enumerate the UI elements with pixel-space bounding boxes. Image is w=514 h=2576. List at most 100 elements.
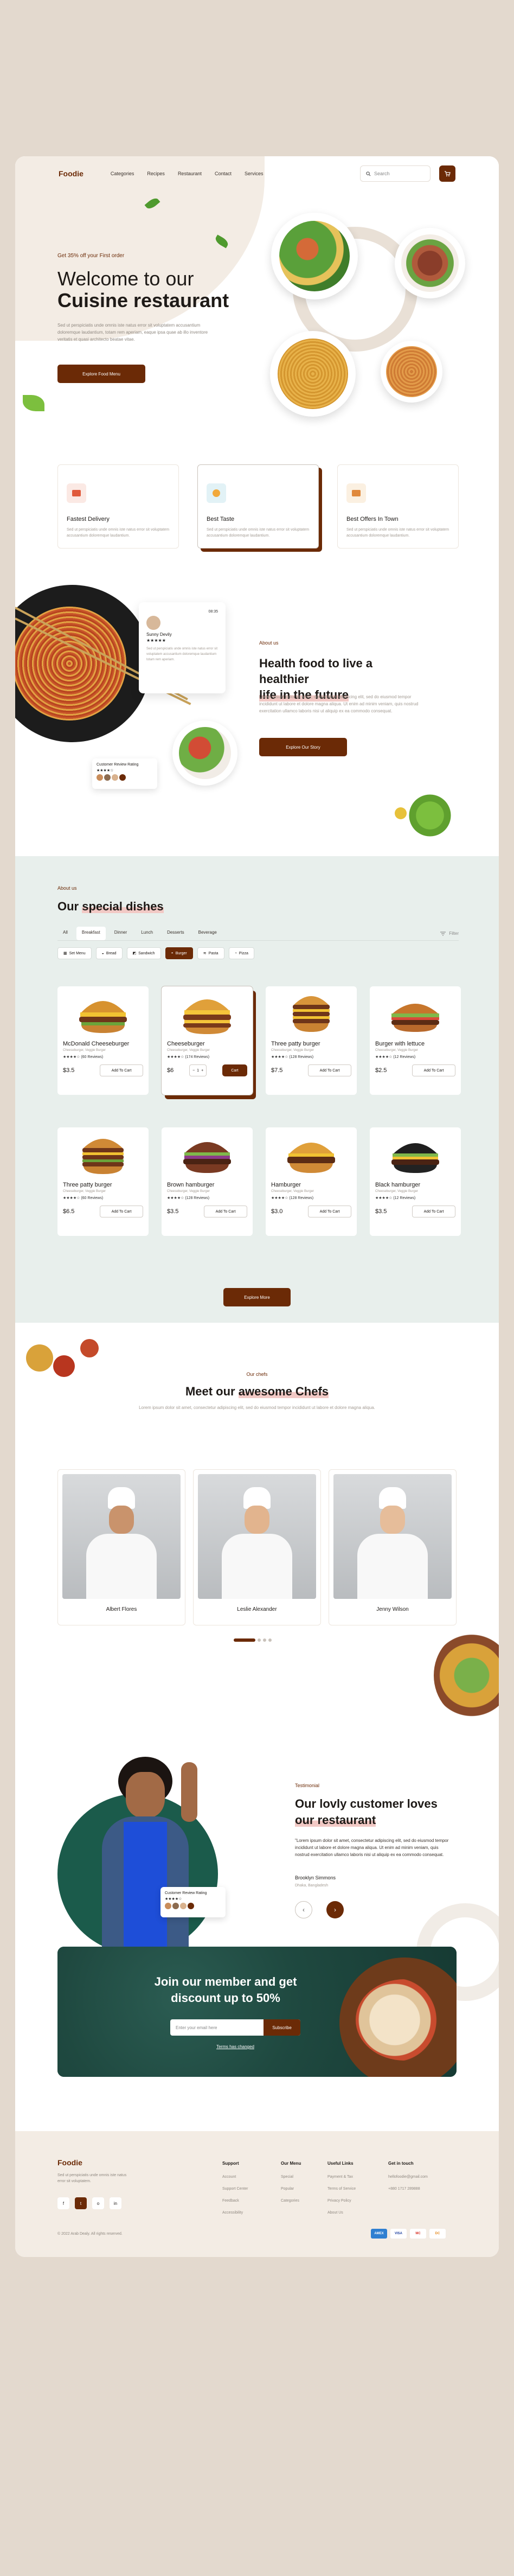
chef-card[interactable]: Leslie Alexander (193, 1469, 321, 1625)
tab-all[interactable]: All (57, 927, 73, 940)
add-to-cart-button[interactable]: Add To Cart (100, 1206, 143, 1217)
hero-section: Foodie Categories Recipes Restaurant Con… (15, 156, 499, 417)
category-chips: ▦ Set Menu ◒ Bread ◩ Sandwich ◓ Burger ≋ Past… (57, 947, 254, 959)
dish-card[interactable]: Three patty burger Cheeseburger, Veggie … (266, 986, 357, 1095)
plus-button[interactable]: + (201, 1069, 203, 1073)
nav-link-contact[interactable]: Contact (215, 171, 232, 176)
chip-bread[interactable]: ◒ Bread (95, 947, 123, 959)
footer-link[interactable]: Categories (281, 2198, 301, 2204)
chef-card-time: 08:35 (208, 610, 218, 614)
email-field[interactable]: Enter your email here (176, 2025, 217, 2030)
footer-link[interactable]: Account (222, 2174, 248, 2180)
footer-link[interactable]: Terms of Service (327, 2186, 356, 2192)
tab-dinner[interactable]: Dinner (109, 927, 133, 940)
prev-arrow-icon[interactable]: ‹ (295, 1901, 312, 1918)
chip-sandwich[interactable]: ◩ Sandwich (126, 947, 161, 959)
add-to-cart-button[interactable]: Add To Cart (204, 1206, 247, 1217)
feature-title: Best Taste (207, 516, 235, 522)
footer-logo[interactable]: Foodie (57, 2158, 82, 2167)
chefs-label: Our chefs (246, 1372, 268, 1377)
dish-card[interactable]: Hamburger Cheeseburger, Veggie Burger ★★… (266, 1127, 357, 1236)
footer-link[interactable]: Accessibility (222, 2210, 248, 2216)
cart-button[interactable] (439, 165, 455, 182)
dish-price: $3.5 (375, 1208, 387, 1215)
twitter-icon[interactable]: t (75, 2197, 87, 2209)
burger-icon: ◓ (171, 951, 174, 955)
hero-title: Welcome to our Cuisine restaurant (57, 268, 264, 311)
explore-food-menu-button[interactable]: Explore Food Menu (57, 365, 145, 383)
hero-title-line1: Welcome to our (57, 267, 194, 290)
contact-phone[interactable]: +880 1717 289888 (388, 2186, 428, 2192)
dish-card[interactable]: Burger with lettuce Cheeseburger, Veggie… (370, 986, 461, 1095)
footer-link[interactable]: Special (281, 2174, 301, 2180)
carousel-dot[interactable] (258, 1638, 261, 1642)
footer-link[interactable]: Feedback (222, 2198, 248, 2204)
review-title: Customer Review Rating (97, 763, 139, 767)
feature-card-best-offers: Best Offers In Town Sed ut perspiciatis … (337, 464, 459, 549)
meal-tabs: All Breakfast Dinner Lunch Desserts Beve… (57, 927, 459, 941)
footer-link[interactable]: About Us (327, 2210, 356, 2216)
facebook-icon[interactable]: f (57, 2197, 69, 2209)
next-arrow-icon[interactable]: › (326, 1901, 344, 1918)
burger-image (76, 992, 130, 1035)
minus-button[interactable]: − (192, 1069, 195, 1073)
dish-card[interactable]: McDonald Cheeseburger Cheeseburger, Vegg… (57, 986, 149, 1095)
chef-photo (333, 1474, 452, 1599)
dish-card[interactable]: Black hamburger Cheeseburger, Veggie Bur… (370, 1127, 461, 1236)
nav-links: Categories Recipes Restaurant Contact Se… (111, 171, 264, 176)
logo[interactable]: Foodie (59, 169, 83, 178)
carousel-dot-active[interactable] (234, 1638, 255, 1642)
dish-price: $3.0 (271, 1208, 283, 1215)
chip-pizza[interactable]: ◔ Pizza (228, 947, 254, 959)
explore-our-story-button[interactable]: Explore Our Story (259, 738, 347, 756)
dish-card[interactable]: Cheeseburger Cheeseburger, Veggie Burger… (161, 986, 253, 1095)
terms-link[interactable]: Terms has changed (170, 2044, 300, 2049)
quantity-stepper[interactable]: −1 + (189, 1064, 207, 1076)
footer-column-useful-links: Useful Links Payment & Tax Terms of Serv… (327, 2160, 356, 2222)
nav-link-categories[interactable]: Categories (111, 171, 134, 176)
chef-card[interactable]: Jenny Wilson (329, 1469, 457, 1625)
search-input[interactable]: Search (360, 165, 431, 182)
dish-card[interactable]: Three patty burger Cheeseburger, Veggie … (57, 1127, 149, 1236)
carousel-dot[interactable] (268, 1638, 272, 1642)
chip-set-menu[interactable]: ▦ Set Menu (57, 947, 92, 959)
feature-card-best-taste: Best Taste Sed ut perspiciatis unde omni… (197, 464, 319, 549)
footer-link[interactable]: Privacy Policy (327, 2198, 356, 2204)
feature-text: Sed ut perspiciatis unde omnis iste natu… (207, 528, 310, 538)
add-to-cart-button[interactable]: Add To Cart (308, 1064, 351, 1076)
hero-title-line2: Cuisine restaurant (57, 290, 264, 311)
chef-name: Leslie Alexander (237, 1606, 277, 1612)
footer-link[interactable]: Payment & Tax (327, 2174, 356, 2180)
chip-burger[interactable]: ◓ Burger (165, 947, 193, 959)
pasta-icon: ≋ (203, 952, 207, 955)
footer-column-contact: Get in touch hellofoodie@gmail.com +880 … (388, 2160, 428, 2198)
add-to-cart-button[interactable]: Add To Cart (100, 1064, 143, 1076)
footer-description: Sed ut perspiciatis unde omnis iste natu… (57, 2173, 127, 2183)
carousel-dot[interactable] (263, 1638, 266, 1642)
cart-button[interactable]: Cart (222, 1064, 247, 1076)
chip-pasta[interactable]: ≋ Pasta (197, 947, 224, 959)
tab-beverage[interactable]: Beverage (193, 927, 222, 940)
tab-desserts[interactable]: Desserts (162, 927, 190, 940)
tab-lunch[interactable]: Lunch (136, 927, 158, 940)
nav-link-restaurant[interactable]: Restaurant (178, 171, 202, 176)
footer-link[interactable]: Support Center (222, 2186, 248, 2192)
taste-icon (207, 483, 226, 503)
add-to-cart-button[interactable]: Add To Cart (308, 1206, 351, 1217)
contact-email[interactable]: hellofoodie@gmail.com (388, 2174, 428, 2180)
burger-image (180, 992, 234, 1035)
add-to-cart-button[interactable]: Add To Cart (412, 1064, 455, 1076)
chef-card[interactable]: Albert Flores (57, 1469, 185, 1625)
subscribe-button[interactable]: Subscribe (264, 2019, 300, 2036)
linkedin-icon[interactable]: in (110, 2197, 121, 2209)
avatar (146, 616, 160, 630)
tab-breakfast[interactable]: Breakfast (76, 927, 106, 940)
footer-link[interactable]: Popular (281, 2186, 301, 2192)
add-to-cart-button[interactable]: Add To Cart (412, 1206, 455, 1217)
filter-button[interactable]: Filter (440, 927, 459, 940)
nav-link-recipes[interactable]: Recipes (147, 171, 165, 176)
dish-card[interactable]: Brown hamburger Cheeseburger, Veggie Bur… (162, 1127, 253, 1236)
explore-more-button[interactable]: Explore More (223, 1288, 291, 1306)
instagram-icon[interactable]: o (92, 2197, 104, 2209)
nav-link-services[interactable]: Services (245, 171, 264, 176)
